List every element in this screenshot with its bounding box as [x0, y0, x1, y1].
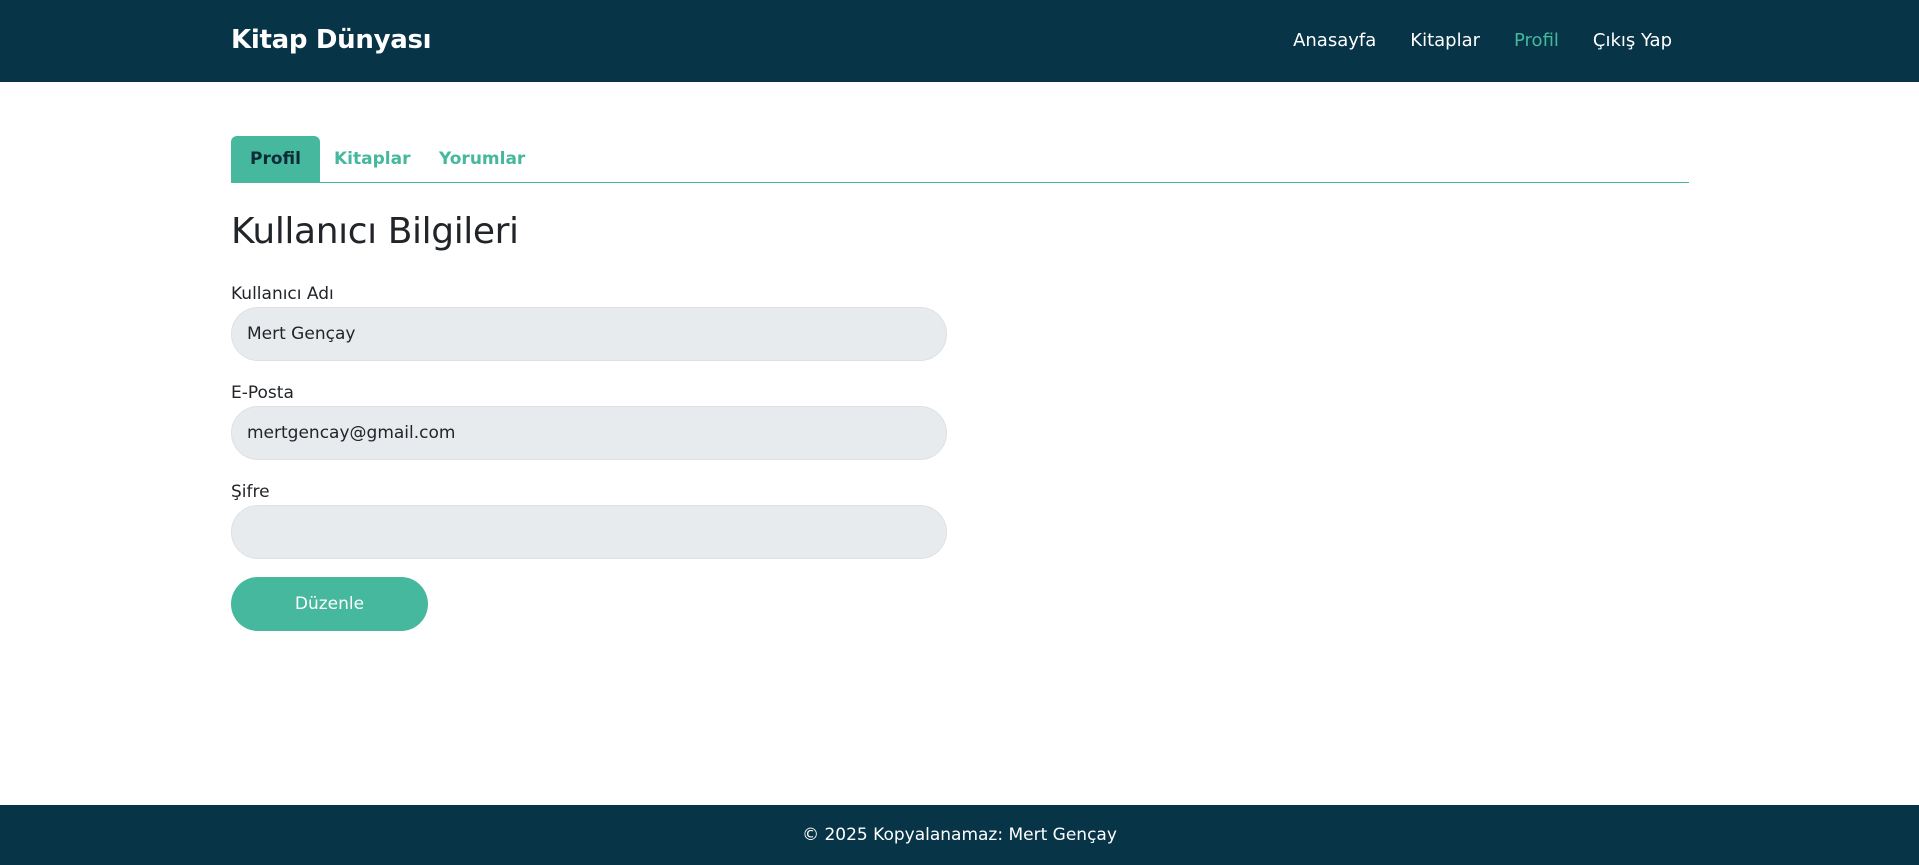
tab-profil[interactable]: Profil — [231, 136, 320, 182]
password-input[interactable] — [231, 505, 947, 559]
nav-link-anasayfa[interactable]: Anasayfa — [1293, 26, 1376, 56]
navbar: Kitap Dünyası Anasayfa Kitaplar Profil Ç… — [0, 0, 1919, 82]
username-label: Kullanıcı Adı — [231, 284, 334, 304]
profile-tabs: Profil Kitaplar Yorumlar — [231, 136, 1689, 183]
nav-link-kitaplar[interactable]: Kitaplar — [1410, 26, 1480, 56]
section-title: Kullanıcı Bilgileri — [231, 211, 519, 252]
tab-kitaplar[interactable]: Kitaplar — [334, 136, 410, 182]
email-input[interactable] — [231, 406, 947, 460]
nav-link-profil[interactable]: Profil — [1514, 26, 1559, 56]
nav-link-cikis-yap[interactable]: Çıkış Yap — [1593, 26, 1672, 56]
tab-yorumlar[interactable]: Yorumlar — [439, 136, 525, 182]
email-label: E-Posta — [231, 383, 294, 403]
nav-links: Anasayfa Kitaplar Profil Çıkış Yap — [1293, 26, 1672, 56]
username-input[interactable] — [231, 307, 947, 361]
brand-logo[interactable]: Kitap Dünyası — [231, 22, 432, 58]
footer: © 2025 Kopyalanamaz: Mert Gençay — [0, 805, 1919, 865]
edit-button[interactable]: Düzenle — [231, 577, 428, 631]
password-label: Şifre — [231, 482, 270, 502]
footer-copyright: © 2025 Kopyalanamaz: Mert Gençay — [802, 825, 1117, 845]
